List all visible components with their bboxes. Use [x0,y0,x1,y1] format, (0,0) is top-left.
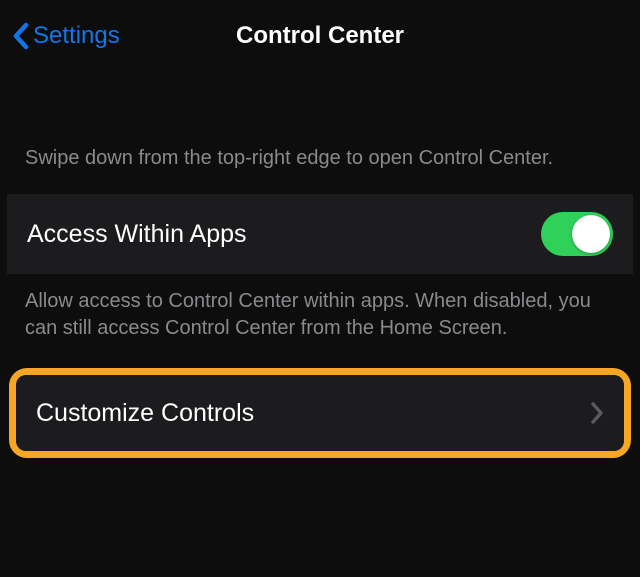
chevron-right-icon [590,401,604,425]
customize-controls-label: Customize Controls [36,399,254,428]
access-within-apps-label: Access Within Apps [27,220,247,249]
section-footer-text: Allow access to Control Center within ap… [7,274,633,368]
back-label: Settings [33,22,120,50]
highlight-annotation: Customize Controls [9,368,631,458]
access-within-apps-row: Access Within Apps [7,194,633,274]
chevron-left-icon [11,22,31,50]
section-header-text: Swipe down from the top-right edge to op… [7,65,633,194]
navigation-bar: Settings Control Center [7,7,633,65]
toggle-knob [572,215,610,253]
back-button[interactable]: Settings [11,22,120,50]
customize-controls-row[interactable]: Customize Controls [16,375,624,451]
access-within-apps-toggle[interactable] [541,212,613,256]
